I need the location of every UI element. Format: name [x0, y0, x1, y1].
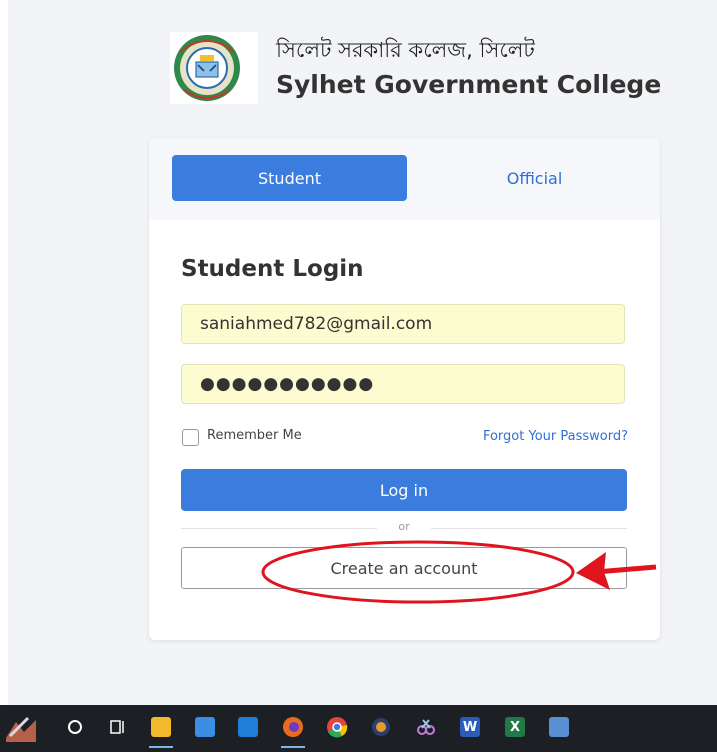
- firefox-icon[interactable]: [278, 712, 308, 748]
- email-field[interactable]: saniahmed782@gmail.com: [181, 304, 625, 344]
- word-glyph: W: [460, 717, 480, 737]
- mail-icon[interactable]: [233, 712, 263, 742]
- tab-student[interactable]: Student: [172, 155, 407, 201]
- forgot-password-link[interactable]: Forgot Your Password?: [483, 429, 628, 444]
- create-account-button[interactable]: Create an account: [181, 547, 627, 589]
- excel-glyph: X: [505, 717, 525, 737]
- app-edge-icon[interactable]: [544, 712, 574, 742]
- remember-me-checkbox[interactable]: [182, 429, 199, 446]
- login-title: Student Login: [181, 256, 364, 282]
- window-edge: [0, 0, 8, 705]
- divider-line-right: [431, 528, 627, 529]
- login-button[interactable]: Log in: [181, 469, 627, 511]
- app-icon[interactable]: [366, 712, 396, 742]
- snipping-tool-icon[interactable]: [411, 712, 441, 742]
- taskbar: W X: [0, 705, 717, 752]
- password-field[interactable]: ●●●●●●●●●●●: [181, 364, 625, 404]
- login-tab-bar: Student Official: [149, 138, 660, 220]
- word-icon[interactable]: W: [455, 712, 485, 742]
- search-circle-icon[interactable]: [60, 712, 90, 742]
- task-view-icon[interactable]: [103, 712, 133, 742]
- college-name-english: Sylhet Government College: [276, 70, 662, 99]
- college-logo: [170, 32, 258, 104]
- chrome-icon[interactable]: [322, 712, 352, 742]
- college-name-bengali: সিলেট সরকারি কলেজ, সিলেট: [276, 38, 535, 62]
- store-icon[interactable]: [190, 712, 220, 742]
- tab-official[interactable]: Official: [417, 155, 652, 201]
- or-label: or: [398, 520, 410, 533]
- or-divider: or: [181, 520, 627, 535]
- file-explorer-icon[interactable]: [146, 712, 176, 748]
- active-indicator: [281, 746, 305, 748]
- login-card: Student Official Student Login saniahmed…: [149, 138, 660, 640]
- pen-app-icon[interactable]: [6, 712, 36, 742]
- remember-me-label[interactable]: Remember Me: [207, 428, 302, 443]
- active-indicator: [149, 746, 173, 748]
- excel-icon[interactable]: X: [500, 712, 530, 742]
